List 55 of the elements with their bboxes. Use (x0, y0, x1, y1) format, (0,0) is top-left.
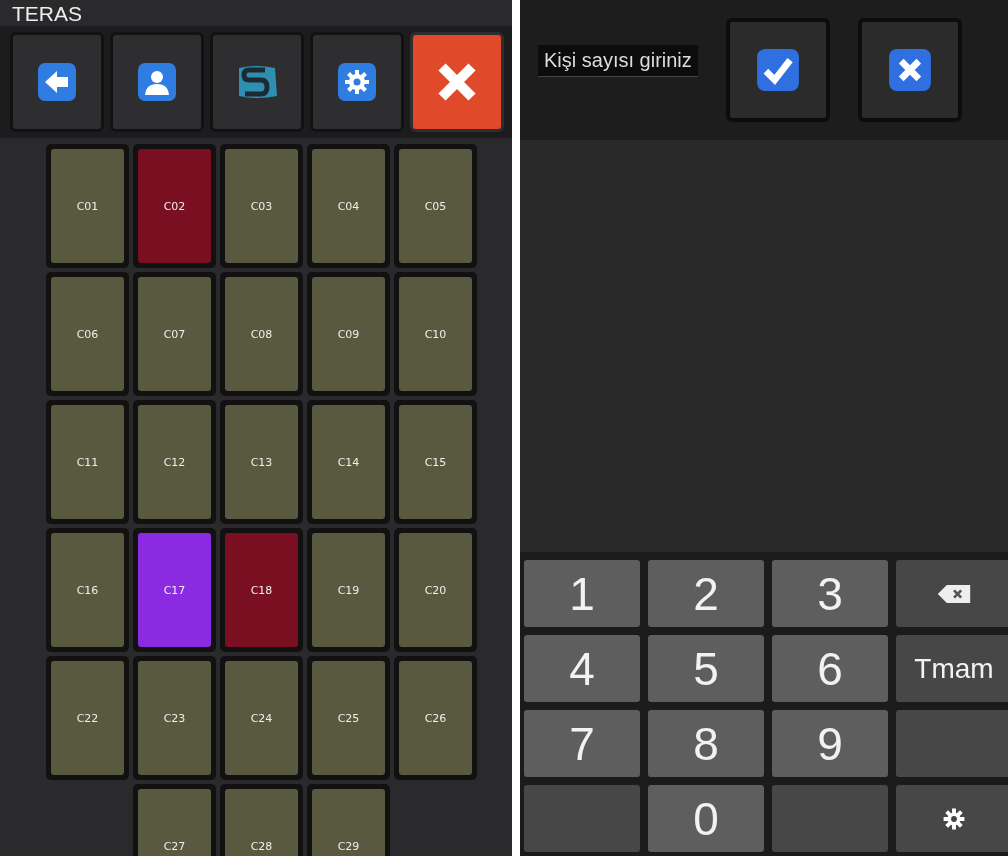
table-tile[interactable]: C12 (138, 405, 211, 519)
table-tile[interactable]: C11 (51, 405, 124, 519)
close-button[interactable] (410, 32, 504, 132)
backspace-icon (936, 582, 972, 605)
settings-button[interactable] (310, 32, 404, 132)
close-icon (887, 48, 932, 92)
confirm-button[interactable] (725, 18, 830, 122)
table-tile[interactable]: C02 (138, 149, 211, 263)
digit-key[interactable]: 9 (772, 710, 888, 777)
logo-button[interactable] (210, 32, 304, 132)
table-tile[interactable]: C08 (225, 277, 298, 391)
backspace-key[interactable] (896, 560, 1008, 627)
table-tile[interactable]: C19 (312, 533, 385, 647)
settings-key[interactable] (896, 785, 1008, 852)
floor-title: TERAS (11, 1, 83, 26)
prompt-label: Kişi sayısı giriniz (538, 45, 698, 77)
digit-key[interactable]: 4 (524, 635, 640, 702)
table-tile[interactable]: C06 (51, 277, 124, 391)
person-icon (137, 62, 177, 102)
table-tile[interactable]: C24 (225, 661, 298, 775)
table-tile[interactable]: C25 (312, 661, 385, 775)
digit-key[interactable]: 8 (648, 710, 764, 777)
table-tile[interactable]: C07 (138, 277, 211, 391)
table-tile[interactable]: C28 (225, 789, 298, 856)
table-tile[interactable]: C05 (399, 149, 472, 263)
digit-key[interactable]: 5 (648, 635, 764, 702)
table-tile[interactable]: C15 (399, 405, 472, 519)
table-tile[interactable]: C18 (225, 533, 298, 647)
digit-key[interactable]: 1 (524, 560, 640, 627)
digit-key[interactable]: 6 (772, 635, 888, 702)
settings-icon (337, 62, 377, 102)
user-button[interactable] (110, 32, 204, 132)
digit-key[interactable]: 2 (648, 560, 764, 627)
digit-key[interactable]: 7 (524, 710, 640, 777)
table-tile[interactable]: C13 (225, 405, 298, 519)
table-tile[interactable]: C01 (51, 149, 124, 263)
table-tile[interactable]: C14 (312, 405, 385, 519)
table-tile[interactable]: C27 (138, 789, 211, 856)
table-tile[interactable]: C03 (225, 149, 298, 263)
table-tile[interactable]: C17 (138, 533, 211, 647)
checkmark-icon (755, 48, 800, 92)
table-tile[interactable]: C23 (138, 661, 211, 775)
table-tile[interactable]: C29 (312, 789, 385, 856)
table-tile[interactable]: C04 (312, 149, 385, 263)
digit-key[interactable]: 0 (648, 785, 764, 852)
table-tile[interactable]: C16 (51, 533, 124, 647)
cancel-button[interactable] (857, 18, 962, 122)
table-tile[interactable]: C26 (399, 661, 472, 775)
table-tile[interactable]: C10 (399, 277, 472, 391)
digit-key[interactable]: 3 (772, 560, 888, 627)
back-button[interactable] (10, 32, 104, 132)
table-tile[interactable]: C22 (51, 661, 124, 775)
table-tile[interactable]: C20 (399, 533, 472, 647)
table-tile[interactable]: C09 (312, 277, 385, 391)
done-key[interactable]: Tmam (896, 635, 1008, 702)
